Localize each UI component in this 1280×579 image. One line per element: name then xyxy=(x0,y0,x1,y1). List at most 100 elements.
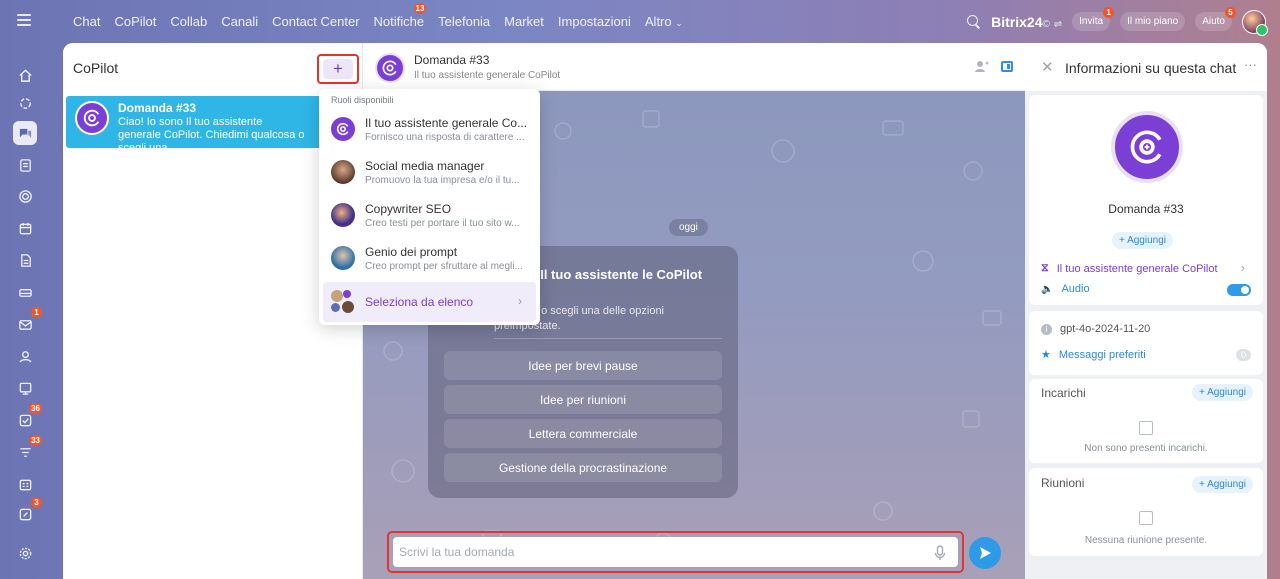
nav-impostazioni[interactable]: Impostazioni xyxy=(558,14,631,29)
role-description: Creo testi per portare il tuo sito w... xyxy=(365,217,520,229)
avatars-group-icon xyxy=(331,290,355,314)
role-title: Social media manager xyxy=(365,158,485,173)
roles-dropdown-header: Ruoli disponibili xyxy=(331,95,394,105)
info-avatar xyxy=(1111,111,1183,183)
messenger-card: CoPilot + Domanda #33 Ciao! Io sono Il t… xyxy=(63,43,1267,579)
chevron-down-icon: ⌄ xyxy=(675,18,683,28)
edit-badge: 3 xyxy=(31,497,42,508)
role-label: Il tuo assistente generale CoPilot xyxy=(1056,262,1218,275)
sync-icon: ⇌ xyxy=(1053,18,1063,30)
help-button[interactable]: Aiuto 5 xyxy=(1195,7,1236,31)
copilot-small-icon: ⧖ xyxy=(1041,262,1049,274)
copilot-rail-icon[interactable] xyxy=(13,91,37,115)
home-icon[interactable] xyxy=(13,63,37,87)
menu-icon[interactable] xyxy=(17,14,31,26)
model-label: gpt-4o-2024-11-20 xyxy=(1060,323,1151,335)
role-item-copywriter-seo[interactable]: Copywriter SEO Creo testi per portare il… xyxy=(323,194,536,236)
role-item-social-media-manager[interactable]: Social media manager Promuovo la tua imp… xyxy=(323,151,536,193)
tasks-section: Incarichi + Aggiungi Non sono presenti i… xyxy=(1029,379,1263,463)
model-row: i gpt-4o-2024-11-20 xyxy=(1041,323,1150,335)
nav-notifiche[interactable]: Notifiche 13 xyxy=(374,3,427,29)
tasks-empty-text: Non sono presenti incarichi. xyxy=(1084,443,1208,454)
calendar-icon[interactable] xyxy=(13,216,37,240)
meetings-empty-text: Nessuna riunione presente. xyxy=(1084,535,1208,546)
nav-market[interactable]: Market xyxy=(504,14,544,29)
microphone-icon[interactable] xyxy=(934,545,946,561)
user-avatar[interactable] xyxy=(1242,9,1268,36)
chat-header-avatar[interactable] xyxy=(375,53,405,83)
chat-header-title[interactable]: Domanda #33 xyxy=(414,53,489,67)
side-panel-toggle-icon[interactable] xyxy=(1001,61,1013,72)
chat-info-pane: ✕ Informazioni su questa chat ··· Domand… xyxy=(1025,43,1267,579)
nav-telefonia[interactable]: Telefonia xyxy=(438,14,490,29)
close-icon[interactable]: ✕ xyxy=(1041,58,1054,76)
option-procrastination[interactable]: Gestione della procrastinazione xyxy=(444,453,722,482)
new-chat-button[interactable]: + xyxy=(323,59,353,79)
copilot-logo-icon xyxy=(1130,130,1162,164)
role-item-texts: Copywriter SEO Creo testi per portare il… xyxy=(365,202,520,229)
role-avatar xyxy=(331,246,355,270)
notifiche-badge: 13 xyxy=(413,3,427,14)
audio-row: 🔈 Audio xyxy=(1041,283,1090,295)
option-business-letter[interactable]: Lettera commerciale xyxy=(444,419,722,448)
chat-list-item-preview: Ciao! Io sono Il tuo assistente generale… xyxy=(118,116,305,154)
contacts-icon[interactable] xyxy=(13,344,37,368)
add-member-button[interactable]: + Aggiungi xyxy=(1112,232,1173,249)
nav-chat[interactable]: Chat xyxy=(73,14,100,29)
edit-icon[interactable]: 3 xyxy=(13,497,42,526)
send-button[interactable] xyxy=(969,537,1001,569)
nav-altro[interactable]: Altro ⌄ xyxy=(645,14,683,29)
more-icon[interactable]: ··· xyxy=(1244,57,1257,72)
info-details-section: i gpt-4o-2024-11-20 ★ Messaggi preferiti… xyxy=(1029,311,1263,375)
role-item-prompt-genius[interactable]: Genio dei prompt Creo prompt per sfrutta… xyxy=(323,237,536,279)
nav-contact-center[interactable]: Contact Center xyxy=(272,14,359,29)
chevron-right-icon: › xyxy=(1240,260,1245,275)
role-avatar xyxy=(331,203,355,227)
option-meetings[interactable]: Idee per riunioni xyxy=(444,385,722,414)
star-icon: ★ xyxy=(1041,349,1051,361)
drive-icon[interactable] xyxy=(13,280,37,304)
role-description: Promuovo la tua impresa e/o il tu... xyxy=(365,174,520,186)
info-icon: i xyxy=(1041,323,1052,335)
top-right-area: Bitrix24© ⇌ Invita 1 Il mio piano Aiuto 5 xyxy=(967,0,1268,43)
role-row[interactable]: ⧖ Il tuo assistente generale CoPilot xyxy=(1041,262,1218,275)
brand-mark: © xyxy=(1042,18,1050,30)
settings-icon[interactable] xyxy=(13,541,37,565)
tasks-label: Incarichi xyxy=(1041,386,1086,400)
tasks-icon[interactable]: 36 xyxy=(13,403,42,432)
favorites-row[interactable]: ★ Messaggi preferiti xyxy=(1041,348,1146,362)
mail-icon[interactable]: 1 xyxy=(13,307,42,336)
role-title: Copywriter SEO xyxy=(365,201,452,216)
add-meeting-button[interactable]: + Aggiungi xyxy=(1192,476,1253,493)
option-short-breaks[interactable]: Idee per brevi pause xyxy=(444,351,722,380)
add-task-button[interactable]: + Aggiungi xyxy=(1192,384,1253,401)
add-user-icon[interactable] xyxy=(975,60,989,75)
target-icon[interactable] xyxy=(13,184,37,208)
nav-altro-label: Altro xyxy=(644,14,672,29)
chat-rail-icon[interactable] xyxy=(13,121,37,145)
presentation-icon[interactable] xyxy=(13,376,37,400)
nav-collab[interactable]: Collab xyxy=(170,14,207,29)
feed-icon[interactable] xyxy=(13,153,37,177)
search-icon[interactable] xyxy=(967,14,981,29)
message-input[interactable] xyxy=(393,537,958,567)
invite-label: Invita xyxy=(1079,16,1104,27)
favorites-count: 0 xyxy=(1235,349,1251,361)
nav-copilot[interactable]: CoPilot xyxy=(114,14,156,29)
audio-toggle[interactable] xyxy=(1227,284,1251,296)
copilot-avatar xyxy=(75,101,109,135)
schedule-icon[interactable] xyxy=(13,472,37,496)
chat-list-item[interactable]: Domanda #33 Ciao! Io sono Il tuo assiste… xyxy=(66,96,360,154)
my-plan-button[interactable]: Il mio piano xyxy=(1120,12,1186,31)
invite-button[interactable]: Invita 1 xyxy=(1072,7,1115,31)
brand-logo[interactable]: Bitrix24© ⇌ xyxy=(991,14,1062,30)
document-icon[interactable] xyxy=(13,248,37,272)
select-from-list-label: Seleziona da elenco xyxy=(365,295,474,309)
nav-canali[interactable]: Canali xyxy=(221,14,258,29)
role-description: Fornisco una risposta di carattere ... xyxy=(365,131,525,143)
welcome-divider xyxy=(494,338,722,339)
filter-icon[interactable]: 33 xyxy=(13,435,42,464)
select-from-list-item[interactable]: Seleziona da elenco › xyxy=(323,282,536,322)
role-item-general-assistant[interactable]: Il tuo assistente generale Co... Fornisc… xyxy=(323,108,536,150)
mail-badge: 1 xyxy=(31,307,42,318)
